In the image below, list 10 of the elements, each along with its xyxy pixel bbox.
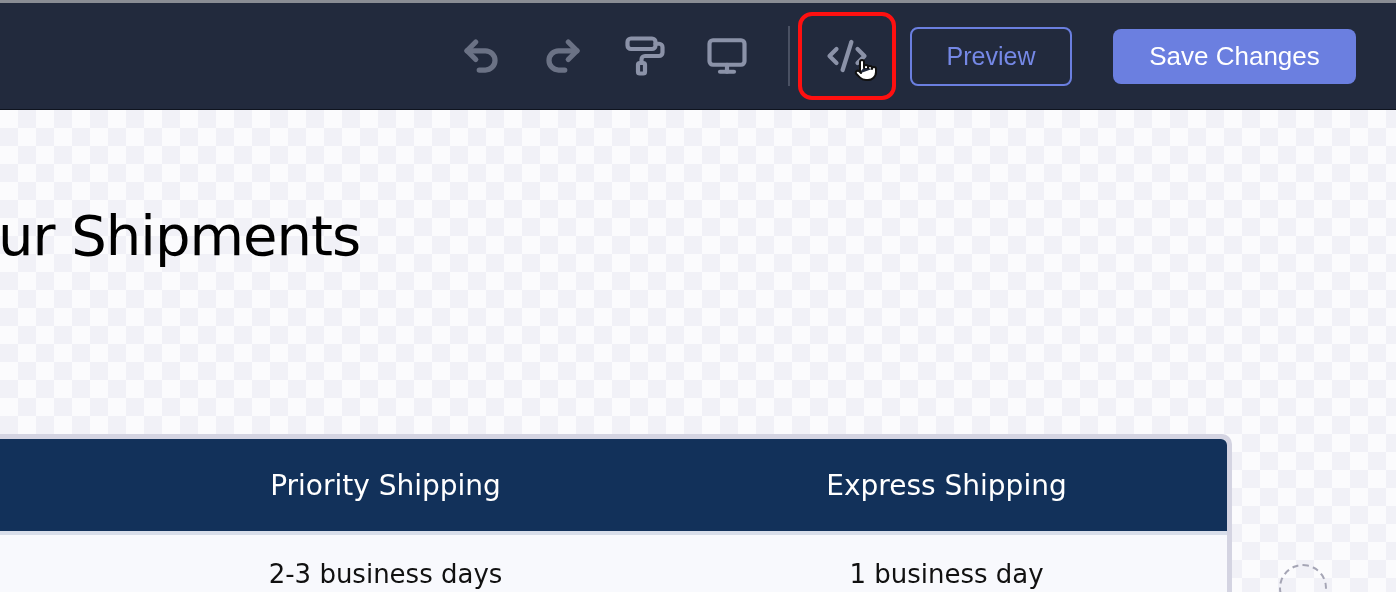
column-header: Express Shipping [666, 439, 1227, 531]
table-cell: 1 business day [666, 531, 1227, 592]
paint-roller-icon [624, 35, 666, 77]
table-cell: 2-3 business days [105, 531, 666, 592]
code-button[interactable] [798, 12, 896, 100]
preview-button[interactable]: Preview [910, 26, 1072, 86]
save-button[interactable]: Save Changes [1113, 28, 1356, 84]
column-header: Priority Shipping [105, 439, 666, 531]
monitor-icon [706, 35, 748, 77]
hand-cursor-icon [854, 58, 878, 82]
